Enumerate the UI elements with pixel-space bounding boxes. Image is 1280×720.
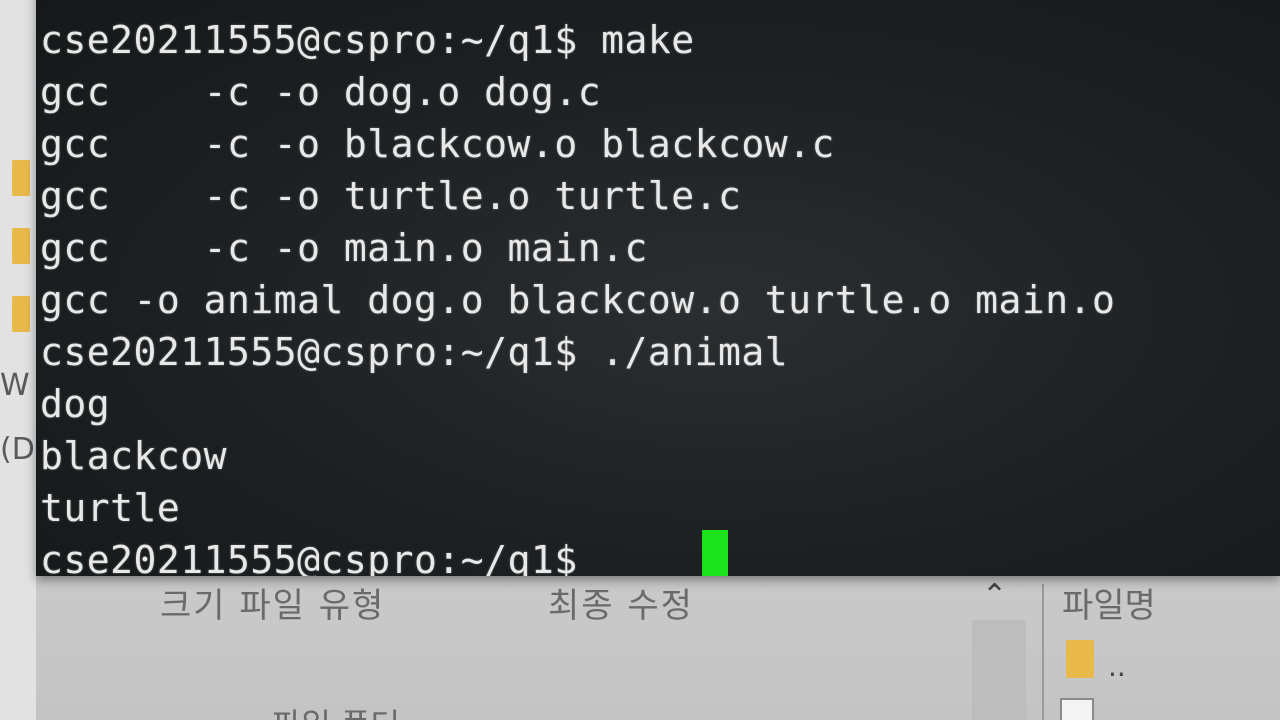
terminal-output-line: gcc -c -o turtle.o turtle.c [40, 174, 742, 218]
terminal-window[interactable]: cse20211555@cspro:~/q1$ make gcc -c -o d… [36, 0, 1280, 576]
file-icon [1060, 698, 1094, 720]
terminal-output-line: gcc -c -o blackcow.o blackcow.c [40, 122, 835, 166]
terminal-output-line: gcc -c -o dog.o dog.c [40, 70, 602, 114]
file-type-label: 파일 폴더 [272, 700, 400, 720]
terminal-prompt-line: cse20211555@cspro:~/q1$ make [40, 18, 695, 62]
column-header-filename[interactable]: 파일명 [1062, 578, 1156, 627]
folder-icon [1066, 640, 1094, 678]
terminal-output-line: turtle [40, 486, 181, 530]
file-manager-left-panel: W (D [0, 0, 36, 720]
scrollbar[interactable] [972, 620, 1026, 720]
parent-directory-item[interactable]: .. [1108, 650, 1126, 683]
terminal-output-line: blackcow [40, 434, 228, 478]
left-panel-label: (D [0, 432, 35, 467]
terminal-prompt-line: cse20211555@cspro:~/q1$ [40, 538, 602, 576]
folder-icon [12, 160, 30, 196]
terminal-output-line: gcc -o animal dog.o blackcow.o turtle.o … [40, 278, 1116, 322]
terminal-output-line: dog [40, 382, 111, 426]
pane-divider[interactable] [1042, 584, 1044, 720]
column-header-size-type[interactable]: 크기 파일 유형 [160, 578, 385, 627]
terminal-output-line: gcc -c -o main.o main.c [40, 226, 648, 270]
terminal-cursor[interactable] [702, 530, 728, 576]
chevron-up-icon[interactable]: ⌃ [982, 578, 1007, 613]
folder-icon [12, 296, 30, 332]
column-header-modified[interactable]: 최종 수정 [548, 578, 694, 627]
folder-icon [12, 228, 30, 264]
screen: W (D 크기 파일 유형 최종 수정 ⌃ 파일명 .. 파일 폴더 cse20… [0, 0, 1280, 720]
left-panel-label: W [0, 368, 30, 403]
terminal-prompt-line: cse20211555@cspro:~/q1$ ./animal [40, 330, 789, 374]
